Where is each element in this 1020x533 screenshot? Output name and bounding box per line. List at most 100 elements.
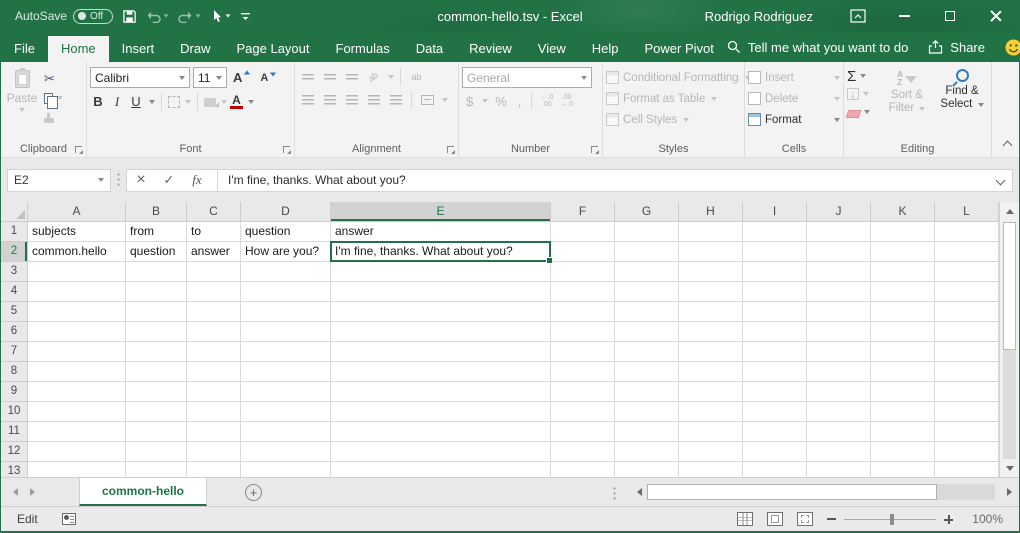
tab-file[interactable]: File [1,36,48,62]
cell-D12[interactable] [241,442,331,462]
tab-power-pivot[interactable]: Power Pivot [632,36,727,62]
cell-A1[interactable]: subjects [28,222,126,242]
number-format-combo[interactable]: General [462,67,592,88]
cell-F7[interactable] [551,342,615,362]
macro-record-icon[interactable] [62,513,76,525]
scroll-down-icon[interactable] [1000,459,1019,477]
tab-page-layout[interactable]: Page Layout [224,36,323,62]
borders-dropdown-icon[interactable] [185,100,191,104]
cell-E10[interactable] [331,402,551,422]
cell-L4[interactable] [935,282,999,302]
page-break-preview-icon[interactable] [797,512,813,526]
cell-B4[interactable] [126,282,187,302]
cell-L9[interactable] [935,382,999,402]
align-right-button[interactable] [342,90,361,109]
cell-A7[interactable] [28,342,126,362]
cell-A2[interactable]: common.hello [28,242,126,262]
cell-G3[interactable] [615,262,679,282]
tab-scroll-splitter[interactable] [613,486,616,500]
cell-G10[interactable] [615,402,679,422]
font-color-dropdown-icon[interactable] [248,100,254,104]
cell-H8[interactable] [679,362,743,382]
cell-J8[interactable] [807,362,871,382]
cell-E2[interactable]: I'm fine, thanks. What about you? [331,242,551,262]
cell-G9[interactable] [615,382,679,402]
row-header-1[interactable]: 1 [1,222,28,242]
cell-H4[interactable] [679,282,743,302]
row-header-11[interactable]: 11 [1,422,28,442]
format-painter-button[interactable] [44,111,63,125]
select-all-corner[interactable] [1,202,28,222]
vertical-scroll-thumb[interactable] [1003,222,1016,350]
cell-F8[interactable] [551,362,615,382]
scroll-left-icon[interactable] [631,483,647,501]
touch-mouse-mode-button[interactable] [210,9,231,24]
row-header-2[interactable]: 2 [1,242,28,262]
cell-D7[interactable] [241,342,331,362]
cell-H3[interactable] [679,262,743,282]
cell-E8[interactable] [331,362,551,382]
autosum-button[interactable]: Σ [847,69,877,83]
font-color-button[interactable]: A [230,95,243,109]
cell-K4[interactable] [871,282,935,302]
tab-formulas[interactable]: Formulas [323,36,403,62]
cell-K3[interactable] [871,262,935,282]
cell-K13[interactable] [871,462,935,477]
cell-D2[interactable]: How are you? [241,242,331,262]
cell-K10[interactable] [871,402,935,422]
row-header-7[interactable]: 7 [1,342,28,362]
italic-button[interactable]: I [109,92,125,111]
share-button[interactable]: Share [928,40,985,55]
cancel-button[interactable]: × [127,173,155,187]
cell-G12[interactable] [615,442,679,462]
row-header-8[interactable]: 8 [1,362,28,382]
accounting-format-button[interactable]: $ [462,94,477,109]
cell-D6[interactable] [241,322,331,342]
cell-H7[interactable] [679,342,743,362]
row-header-10[interactable]: 10 [1,402,28,422]
fill-button[interactable]: ↓ [847,87,877,101]
cell-L5[interactable] [935,302,999,322]
tab-home[interactable]: Home [48,36,109,62]
close-button[interactable] [973,0,1019,32]
cell-B2[interactable]: question [126,242,187,262]
collapse-ribbon-icon[interactable] [1003,141,1013,151]
minimize-button[interactable] [881,0,927,32]
paste-button[interactable]: Paste [4,67,40,141]
decrease-decimal-icon[interactable]: .00→.0 [558,94,575,108]
number-dialog-launcher-icon[interactable] [591,146,598,153]
name-box[interactable]: E2 [7,169,111,192]
undo-button[interactable] [146,10,169,23]
column-header-I[interactable]: I [743,202,807,222]
delete-cells-button[interactable]: Delete [748,88,840,109]
increase-decimal-icon[interactable]: ←.0.00 [538,94,555,108]
cell-A4[interactable] [28,282,126,302]
column-header-H[interactable]: H [679,202,743,222]
merge-center-button[interactable] [418,90,437,109]
cut-button[interactable]: ✂ [44,71,63,85]
row-header-3[interactable]: 3 [1,262,28,282]
row-header-5[interactable]: 5 [1,302,28,322]
column-header-A[interactable]: A [28,202,126,222]
insert-cells-button[interactable]: Insert [748,67,840,88]
horizontal-scrollbar[interactable] [631,483,995,501]
clipboard-dialog-launcher-icon[interactable] [75,146,82,153]
cell-H9[interactable] [679,382,743,402]
row-header-9[interactable]: 9 [1,382,28,402]
tab-draw[interactable]: Draw [167,36,223,62]
zoom-level[interactable]: 100% [967,512,1003,526]
alignment-dialog-launcher-icon[interactable] [447,146,454,153]
zoom-slider[interactable] [844,519,936,520]
grow-font-button[interactable]: A [230,70,254,85]
cell-L12[interactable] [935,442,999,462]
comma-style-button[interactable]: , [514,94,526,109]
autosave-switch-icon[interactable]: Off [73,9,113,24]
cell-C12[interactable] [187,442,241,462]
cell-A8[interactable] [28,362,126,382]
cell-G8[interactable] [615,362,679,382]
column-header-G[interactable]: G [615,202,679,222]
cell-H5[interactable] [679,302,743,322]
cell-F1[interactable] [551,222,615,242]
cell-F10[interactable] [551,402,615,422]
cell-E13[interactable] [331,462,551,477]
